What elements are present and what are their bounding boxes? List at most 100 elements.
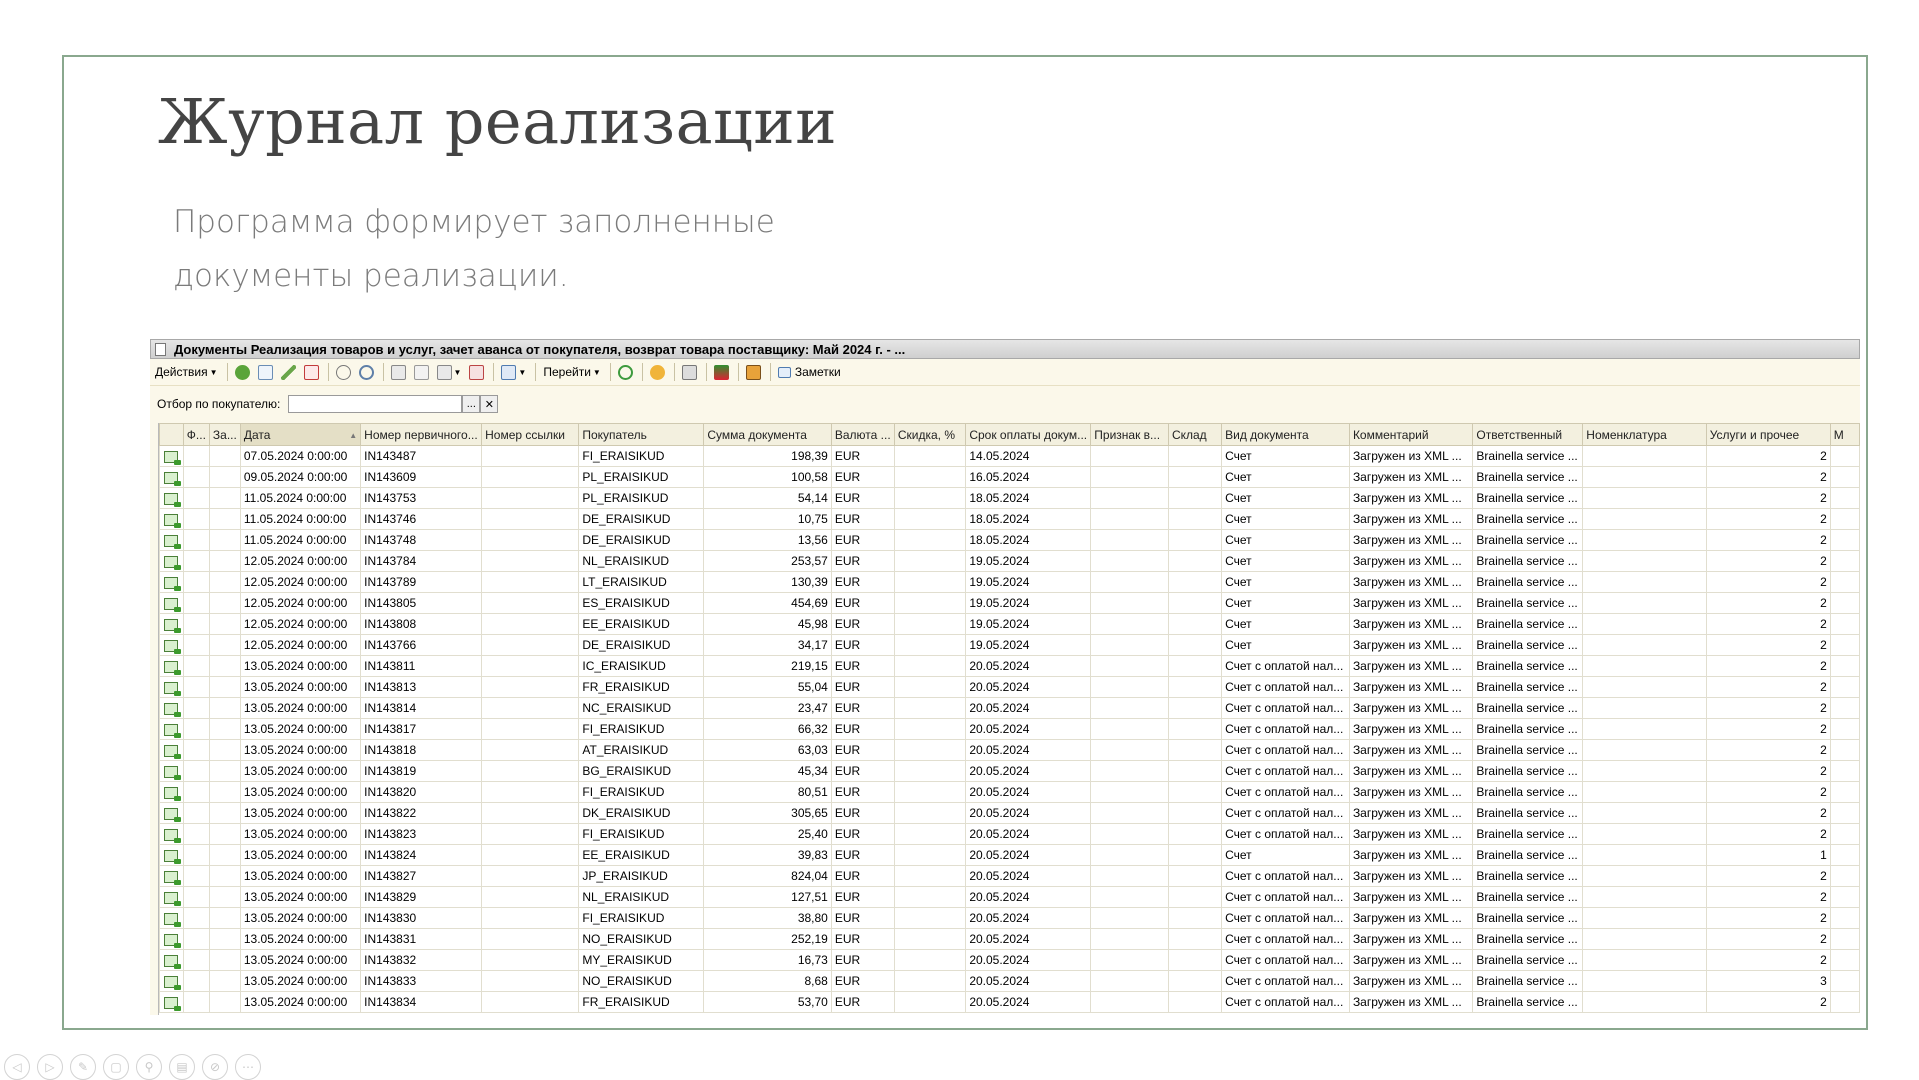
documents-grid[interactable]: Ф... За... Дата ▲ Номер первичного... Номер с… bbox=[158, 423, 1860, 1015]
filter-list-button[interactable] bbox=[411, 362, 432, 382]
column-header[interactable]: Номер ссылки bbox=[481, 423, 580, 446]
chevron-down-icon: ▼ bbox=[518, 367, 527, 377]
table-cell: IC_ERAISIKUD bbox=[578, 655, 705, 677]
table-cell-empty bbox=[1829, 571, 1860, 593]
house-button[interactable] bbox=[743, 362, 764, 382]
spellcheck-button[interactable] bbox=[711, 362, 732, 382]
toggle-button[interactable] bbox=[333, 362, 354, 382]
table-cell: 38,80 bbox=[703, 907, 832, 929]
pen-icon[interactable]: ✎ bbox=[70, 1054, 96, 1080]
actions-menu-button[interactable]: Действия ▼ bbox=[152, 362, 221, 382]
table-cell: Загружен из XML ... bbox=[1348, 949, 1474, 971]
table-row[interactable]: 13.05.2024 0:00:00 IN143834 FR_ERAISIKUD 53… bbox=[159, 991, 1860, 1013]
table-cell: IN143824 bbox=[360, 844, 483, 866]
clear-customer-button[interactable]: ✕ bbox=[480, 395, 499, 413]
table-row[interactable]: 13.05.2024 0:00:00 IN143830 FI_ERAISIKUD 38… bbox=[159, 907, 1860, 929]
column-header[interactable]: Признак в... bbox=[1090, 423, 1169, 446]
column-header[interactable]: Номер первичного... bbox=[360, 423, 483, 446]
table-row[interactable]: 12.05.2024 0:00:00 IN143805 ES_ERAISIKUD 45… bbox=[159, 592, 1860, 614]
table-row[interactable]: 13.05.2024 0:00:00 IN143823 FI_ERAISIKUD 25… bbox=[159, 823, 1860, 845]
column-header[interactable]: М bbox=[1829, 423, 1860, 446]
table-row[interactable]: 13.05.2024 0:00:00 IN143820 FI_ERAISIKUD 80… bbox=[159, 781, 1860, 803]
next-icon[interactable]: ▷ bbox=[37, 1054, 63, 1080]
app-window: Документы Реализация товаров и услуг, за… bbox=[150, 339, 1860, 1015]
more-icon[interactable]: ⋯ bbox=[235, 1054, 261, 1080]
table-row[interactable]: 13.05.2024 0:00:00 IN143818 AT_ERAISIKUD 63… bbox=[159, 739, 1860, 761]
table-row[interactable]: 12.05.2024 0:00:00 IN143808 EE_ERAISIKUD 45… bbox=[159, 613, 1860, 635]
notes-button[interactable]: Заметки bbox=[775, 362, 844, 382]
table-cell: 2 bbox=[1705, 697, 1831, 719]
table-cell-empty bbox=[1090, 571, 1169, 593]
table-row[interactable]: 13.05.2024 0:00:00 IN143832 MY_ERAISIKUD 16… bbox=[159, 949, 1860, 971]
copy-button[interactable] bbox=[255, 362, 276, 382]
select-customer-button[interactable]: ... bbox=[462, 395, 481, 413]
filter-dropdown-button[interactable]: ▼ bbox=[434, 362, 465, 382]
prev-icon[interactable]: ◁ bbox=[4, 1054, 30, 1080]
help-button[interactable] bbox=[647, 362, 668, 382]
column-header[interactable]: Валюта ... bbox=[830, 423, 895, 446]
hide-icon[interactable]: ⊘ bbox=[202, 1054, 228, 1080]
table-row[interactable]: 11.05.2024 0:00:00 IN143746 DE_ERAISIKUD 10… bbox=[159, 508, 1860, 530]
table-cell-empty bbox=[1582, 886, 1707, 908]
delete-button[interactable] bbox=[301, 362, 322, 382]
clear-filter-button[interactable] bbox=[466, 362, 487, 382]
goto-menu-button[interactable]: Перейти ▼ bbox=[540, 362, 603, 382]
table-row[interactable]: 13.05.2024 0:00:00 IN143813 FR_ERAISIKUD 55… bbox=[159, 676, 1860, 698]
refresh-button[interactable] bbox=[615, 362, 636, 382]
table-row[interactable]: 12.05.2024 0:00:00 IN143784 NL_ERAISIKUD 25… bbox=[159, 550, 1860, 572]
table-row[interactable]: 13.05.2024 0:00:00 IN143833 NO_ERAISIKUD 8,… bbox=[159, 970, 1860, 992]
table-cell: LT_ERAISIKUD bbox=[578, 571, 705, 593]
table-cell: EUR bbox=[830, 613, 895, 635]
table-cell: 11.05.2024 0:00:00 bbox=[239, 529, 362, 551]
column-header[interactable]: Комментарий bbox=[1348, 423, 1474, 446]
column-header[interactable]: Сумма документа bbox=[703, 423, 832, 446]
delete-icon bbox=[303, 364, 319, 380]
table-cell-empty bbox=[182, 739, 210, 761]
row-status-cell bbox=[159, 529, 184, 551]
table-row[interactable]: 13.05.2024 0:00:00 IN143822 DK_ERAISIKUD 30… bbox=[159, 802, 1860, 824]
table-cell-empty bbox=[1090, 802, 1169, 824]
tree-button[interactable]: ▼ bbox=[498, 362, 529, 382]
table-row[interactable]: 13.05.2024 0:00:00 IN143811 IC_ERAISIKUD 21… bbox=[159, 655, 1860, 677]
table-row[interactable]: 07.05.2024 0:00:00 IN143487 FI_ERAISIKUD 19… bbox=[159, 445, 1860, 467]
table-cell-empty bbox=[182, 550, 210, 572]
table-row[interactable]: 13.05.2024 0:00:00 IN143819 BG_ERAISIKUD 45… bbox=[159, 760, 1860, 782]
subtitles-icon[interactable]: ▤ bbox=[169, 1054, 195, 1080]
column-header[interactable]: Дата ▲ bbox=[239, 423, 362, 446]
table-row[interactable]: 09.05.2024 0:00:00 IN143609 PL_ERAISIKUD 10… bbox=[159, 466, 1860, 488]
table-row[interactable]: 13.05.2024 0:00:00 IN143829 NL_ERAISIKUD 12… bbox=[159, 886, 1860, 908]
customer-filter-input[interactable] bbox=[288, 395, 463, 413]
table-row[interactable]: 13.05.2024 0:00:00 IN143831 NO_ERAISIKUD 25… bbox=[159, 928, 1860, 950]
column-header[interactable]: Срок оплаты докум... bbox=[965, 423, 1092, 446]
column-header[interactable]: Номенклатура bbox=[1582, 423, 1707, 446]
column-header[interactable]: Услуги и прочее bbox=[1705, 423, 1831, 446]
column-header[interactable]: За... bbox=[208, 423, 241, 446]
column-header[interactable]: Вид документа bbox=[1221, 423, 1350, 446]
table-cell: IN143833 bbox=[360, 970, 483, 992]
table-row[interactable]: 12.05.2024 0:00:00 IN143789 LT_ERAISIKUD 13… bbox=[159, 571, 1860, 593]
column-header[interactable]: Покупатель bbox=[578, 423, 705, 446]
column-header[interactable]: Ф... bbox=[182, 423, 210, 446]
table-cell: DE_ERAISIKUD bbox=[578, 529, 705, 551]
column-header[interactable]: Склад bbox=[1167, 423, 1223, 446]
zoom-icon[interactable]: ⚲ bbox=[136, 1054, 162, 1080]
table-cell: Brainella service ... bbox=[1472, 718, 1584, 740]
table-cell-empty bbox=[1829, 991, 1860, 1013]
table-row[interactable]: 13.05.2024 0:00:00 IN143827 JP_ERAISIKUD 82… bbox=[159, 865, 1860, 887]
table-row[interactable]: 13.05.2024 0:00:00 IN143817 FI_ERAISIKUD 66… bbox=[159, 718, 1860, 740]
column-header[interactable]: Ответственный bbox=[1472, 423, 1584, 446]
table-row[interactable]: 13.05.2024 0:00:00 IN143814 NC_ERAISIKUD 23… bbox=[159, 697, 1860, 719]
column-header[interactable] bbox=[159, 423, 184, 446]
spellcheck-icon bbox=[713, 364, 729, 380]
table-row[interactable]: 11.05.2024 0:00:00 IN143748 DE_ERAISIKUD 13… bbox=[159, 529, 1860, 551]
table-row[interactable]: 11.05.2024 0:00:00 IN143753 PL_ERAISIKUD 54… bbox=[159, 487, 1860, 509]
table-row[interactable]: 12.05.2024 0:00:00 IN143766 DE_ERAISIKUD 34… bbox=[159, 634, 1860, 656]
table-row[interactable]: 13.05.2024 0:00:00 IN143824 EE_ERAISIKUD 39… bbox=[159, 844, 1860, 866]
print-button[interactable] bbox=[679, 362, 700, 382]
add-button[interactable] bbox=[232, 362, 253, 382]
find-button[interactable] bbox=[356, 362, 377, 382]
copy-slide-icon[interactable]: ▢ bbox=[103, 1054, 129, 1080]
column-header[interactable]: Скидка, % bbox=[893, 423, 967, 446]
edit-button[interactable] bbox=[278, 362, 299, 382]
filter-button[interactable] bbox=[388, 362, 409, 382]
